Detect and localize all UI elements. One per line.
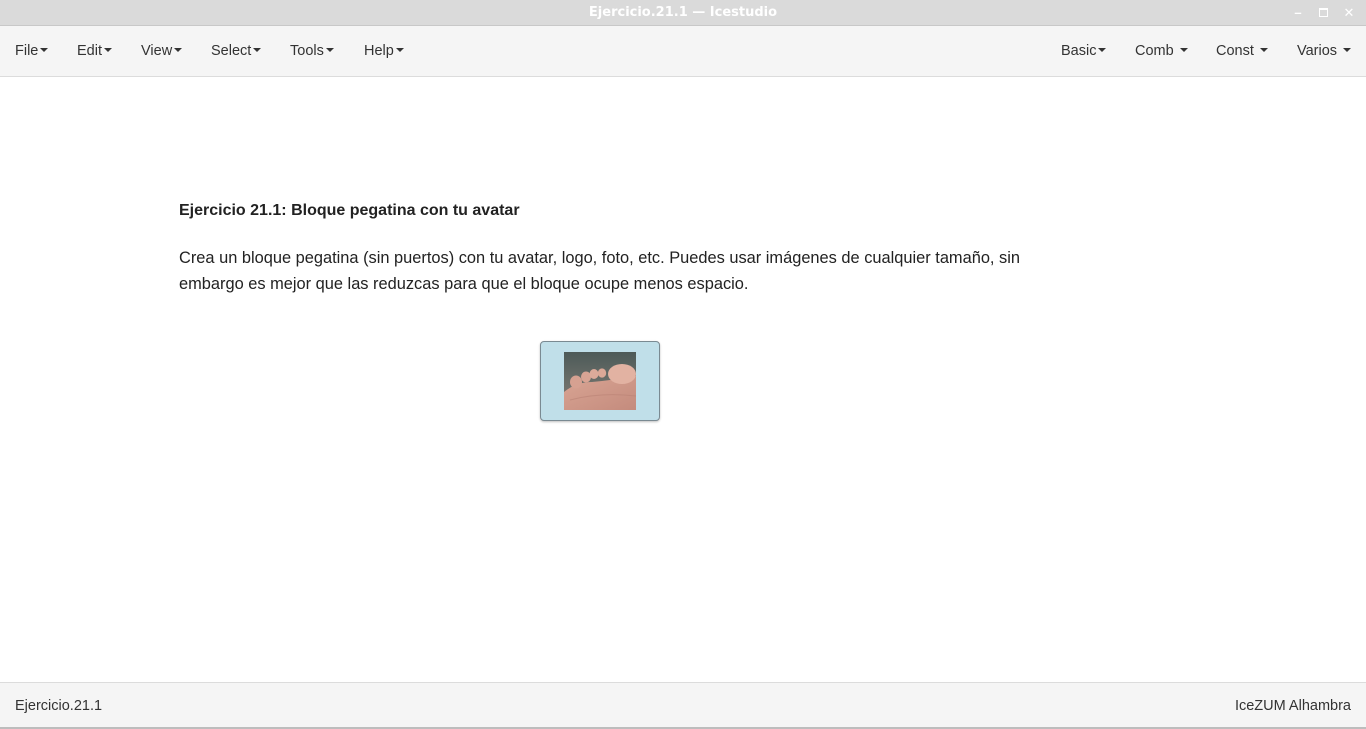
caret-down-icon: [253, 48, 262, 53]
menu-view[interactable]: View: [141, 26, 183, 76]
menu-help-label: Help: [364, 43, 394, 59]
caret-down-icon: [1098, 48, 1107, 53]
window-titlebar: Ejercicio.21.1 — Icestudio – ✕: [0, 0, 1366, 26]
menu-comb-label: Comb: [1135, 43, 1174, 59]
caret-down-icon: [174, 48, 183, 53]
design-canvas[interactable]: Ejercicio 21.1: Bloque pegatina con tu a…: [0, 77, 1366, 682]
status-board-selector[interactable]: IceZUM Alhambra: [1235, 683, 1351, 729]
menu-const-label: Const: [1216, 43, 1254, 59]
caret-down-icon: [395, 48, 404, 53]
caret-down-icon: [40, 48, 49, 53]
sticker-block[interactable]: [540, 341, 660, 421]
menu-view-label: View: [141, 43, 173, 59]
menu-edit-label: Edit: [77, 43, 102, 59]
info-block-title: Ejercicio 21.1: Bloque pegatina con tu a…: [179, 202, 520, 219]
menu-file-label: File: [15, 43, 39, 59]
caret-down-icon: [1179, 48, 1188, 53]
menu-edit[interactable]: Edit: [77, 26, 112, 76]
info-block-text: Crea un bloque pegatina (sin puertos) co…: [179, 249, 1020, 293]
caret-down-icon: [325, 48, 334, 53]
minimize-icon[interactable]: –: [1287, 0, 1309, 26]
caret-down-icon: [1259, 48, 1268, 53]
status-filename: Ejercicio.21.1: [15, 698, 103, 714]
close-icon[interactable]: ✕: [1338, 0, 1360, 26]
menu-comb[interactable]: Comb: [1135, 26, 1188, 76]
statusbar: Ejercicio.21.1 IceZUM Alhambra: [0, 682, 1366, 729]
menu-const[interactable]: Const: [1216, 26, 1268, 76]
menu-help[interactable]: Help: [364, 26, 404, 76]
menu-select[interactable]: Select: [211, 26, 262, 76]
menu-basic[interactable]: Basic: [1061, 26, 1107, 76]
menu-tools[interactable]: Tools: [290, 26, 334, 76]
menu-tools-label: Tools: [290, 43, 324, 59]
menu-select-label: Select: [211, 43, 252, 59]
caret-down-icon: [1343, 48, 1352, 53]
window-title: Ejercicio.21.1 — Icestudio: [588, 5, 778, 20]
menu-basic-label: Basic: [1061, 43, 1097, 59]
menubar: File Edit View Select Tools Help Basic C…: [0, 26, 1366, 77]
sticker-image: [564, 352, 636, 410]
caret-down-icon: [104, 48, 112, 53]
menu-file[interactable]: File: [15, 26, 49, 76]
menu-varios-label: Varios: [1297, 43, 1338, 59]
menu-varios[interactable]: Varios: [1297, 26, 1352, 76]
maximize-icon[interactable]: [1312, 0, 1334, 26]
